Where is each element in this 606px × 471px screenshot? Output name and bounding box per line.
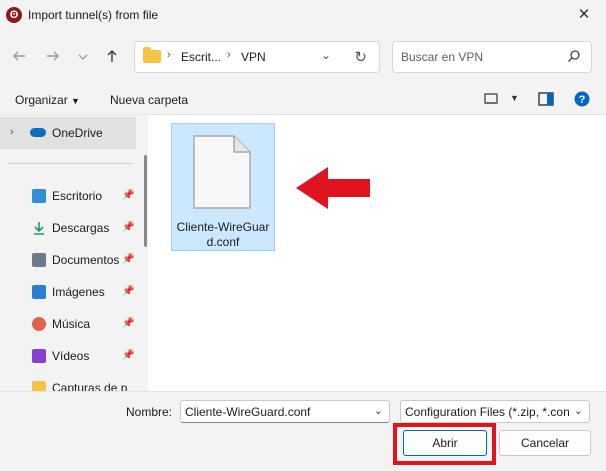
organize-menu[interactable]: Organizar ▼: [15, 93, 80, 107]
chevron-down-icon[interactable]: ⌄: [374, 404, 383, 417]
desktop-icon: [32, 189, 46, 203]
search-input[interactable]: Buscar en VPN: [401, 50, 483, 64]
refresh-icon[interactable]: ↻: [354, 48, 367, 66]
sidebar-item-escritorio[interactable]: Escritorio 📌: [0, 183, 136, 211]
forward-button[interactable]: [42, 48, 64, 70]
file-item[interactable]: Cliente-WireGuard.conf: [171, 123, 275, 251]
arrow-left-icon: [13, 51, 25, 61]
address-dropdown-icon[interactable]: ⌄: [321, 48, 331, 62]
breadcrumb-separator-icon: ›: [167, 49, 171, 61]
folder-icon: [32, 381, 46, 391]
pin-icon: 📌: [122, 350, 135, 361]
sidebar-item-musica[interactable]: Música 📌: [0, 311, 136, 339]
search-box[interactable]: Buscar en VPN: [392, 41, 592, 73]
breadcrumb-separator-icon: ›: [227, 49, 231, 61]
sidebar-item-imagenes[interactable]: Imágenes 📌: [0, 279, 136, 307]
sidebar-scrollbar[interactable]: [144, 155, 147, 247]
caret-down-icon: ▼: [71, 96, 80, 106]
svg-text:?: ?: [579, 94, 586, 106]
file-open-dialog: ʘ Import tunnel(s) from file ✕ › Escrit.…: [0, 0, 606, 471]
sidebar-item-videos[interactable]: Vídeos 📌: [0, 343, 136, 371]
sidebar-item-onedrive[interactable]: › OneDrive: [0, 117, 136, 149]
filetype-value: Configuration Files (*.zip, *.conf): [405, 405, 569, 419]
videos-icon: [32, 349, 46, 363]
filetype-select[interactable]: Configuration Files (*.zip, *.conf) ⌄: [400, 400, 590, 423]
filename-value[interactable]: Cliente-WireGuard.conf: [185, 405, 310, 419]
title-bar: ʘ Import tunnel(s) from file ✕: [0, 0, 606, 30]
pin-icon: 📌: [122, 190, 135, 201]
file-name: Cliente-WireGuard.conf: [176, 220, 270, 249]
filename-label: Nombre:: [126, 405, 173, 419]
filename-input[interactable]: Cliente-WireGuard.conf ⌄: [180, 400, 390, 423]
arrow-up-icon: [107, 50, 117, 62]
breadcrumb-item[interactable]: Escrit...: [181, 50, 221, 64]
sidebar-item-label: Música: [52, 317, 91, 331]
view-icon[interactable]: [484, 93, 498, 105]
pin-icon: 📌: [122, 318, 135, 329]
navigation-bar: › Escrit... › VPN ⌄ ↻ Buscar en VPN: [0, 30, 606, 84]
command-bar: Organizar ▼ Nueva carpeta ▼ ?: [0, 84, 606, 115]
file-list: Cliente-WireGuard.conf: [150, 115, 606, 391]
search-icon[interactable]: [567, 49, 581, 63]
breadcrumb-item[interactable]: VPN: [241, 50, 266, 64]
onedrive-cloud-icon: [30, 128, 46, 137]
pin-icon: 📌: [122, 286, 135, 297]
help-icon[interactable]: ?: [574, 91, 590, 107]
new-folder-button[interactable]: Nueva carpeta: [110, 93, 188, 107]
navigation-pane: › OneDrive Escritorio 📌 Descargas 📌 Docu…: [0, 115, 148, 391]
sidebar-item-capturas[interactable]: Capturas de p: [0, 375, 136, 391]
sidebar-item-label: Documentos: [52, 253, 120, 267]
pictures-icon: [32, 285, 46, 299]
sidebar-divider: [8, 163, 132, 164]
documents-icon: [32, 253, 46, 267]
sidebar-item-label: Vídeos: [52, 349, 90, 363]
music-icon: [32, 317, 46, 331]
close-button[interactable]: ✕: [562, 0, 606, 30]
open-button[interactable]: Abrir: [403, 430, 487, 456]
chevron-down-icon[interactable]: ⌄: [574, 404, 583, 417]
sidebar-item-label: Imágenes: [52, 285, 105, 299]
expand-chevron-icon[interactable]: ›: [10, 126, 14, 138]
preview-pane-icon[interactable]: [538, 92, 554, 106]
back-button[interactable]: [8, 48, 30, 70]
recent-locations-button[interactable]: [72, 48, 94, 70]
folder-icon: [143, 47, 161, 63]
pin-icon: 📌: [122, 254, 135, 265]
sidebar-item-label: Descargas: [52, 221, 110, 235]
organize-label: Organizar: [15, 93, 68, 107]
view-options-chevron-icon[interactable]: ▼: [510, 93, 519, 103]
wireguard-logo-icon: ʘ: [6, 7, 22, 23]
dialog-footer: Nombre: Cliente-WireGuard.conf ⌄ Configu…: [0, 391, 606, 471]
address-bar[interactable]: › Escrit... › VPN ⌄ ↻: [134, 41, 380, 73]
up-button[interactable]: [101, 48, 123, 70]
sidebar-item-label: Capturas de p: [52, 381, 128, 391]
sidebar-item-documentos[interactable]: Documentos 📌: [0, 247, 136, 275]
chevron-down-icon: [78, 54, 88, 60]
download-icon: [34, 222, 44, 235]
sidebar-item-label: Escritorio: [52, 189, 103, 203]
pin-icon: 📌: [122, 222, 135, 233]
red-arrow-annotation-icon: [296, 167, 370, 209]
arrow-right-icon: [47, 51, 59, 61]
document-file-icon: [193, 135, 251, 209]
sidebar-item-label: OneDrive: [52, 126, 103, 140]
window-title: Import tunnel(s) from file: [28, 8, 159, 22]
cancel-button[interactable]: Cancelar: [499, 430, 591, 456]
sidebar-item-descargas[interactable]: Descargas 📌: [0, 215, 136, 243]
